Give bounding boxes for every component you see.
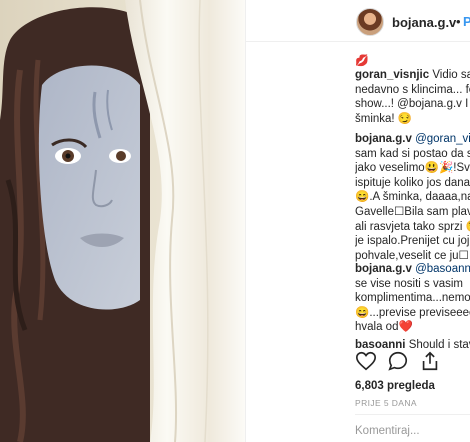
comment-username[interactable]: bojana.g.v (355, 133, 412, 145)
comment-username[interactable]: goran_visnjic (355, 69, 429, 81)
username[interactable]: bojana.g.v (392, 15, 456, 30)
comment-item: bojana.g.v @basoanni se vise nositi s va… (355, 263, 470, 334)
comment-username[interactable]: bojana.g.v (355, 263, 412, 275)
comment-item: goran_visnjic Vidio sam nedavno s klinci… (355, 69, 470, 125)
comment-username[interactable]: basoanni (355, 339, 405, 349)
caption-emoji: 💋 (355, 55, 369, 67)
comment-input[interactable] (355, 423, 470, 439)
post-actions (355, 350, 470, 380)
post-media[interactable] (0, 0, 245, 442)
follow-button[interactable]: P (463, 14, 470, 29)
add-comment-section (355, 414, 470, 442)
avatar[interactable] (356, 8, 384, 36)
post-timestamp[interactable]: PRIJE 5 DANA (355, 398, 417, 408)
views-count[interactable]: 6,803 pregleda (355, 380, 435, 392)
comment-item: bojana.g.v @goran_vis sam kad si postao … (355, 133, 470, 262)
comment-item: basoanni Should i stav (355, 339, 470, 349)
heart-icon[interactable] (355, 350, 377, 372)
post-photo (0, 0, 245, 442)
comment-icon[interactable] (387, 350, 409, 372)
header-separator: • (456, 14, 461, 29)
comments-list: 💋 goran_visnjic Vidio sam nedavno s klin… (355, 44, 470, 349)
share-icon[interactable] (419, 350, 441, 372)
